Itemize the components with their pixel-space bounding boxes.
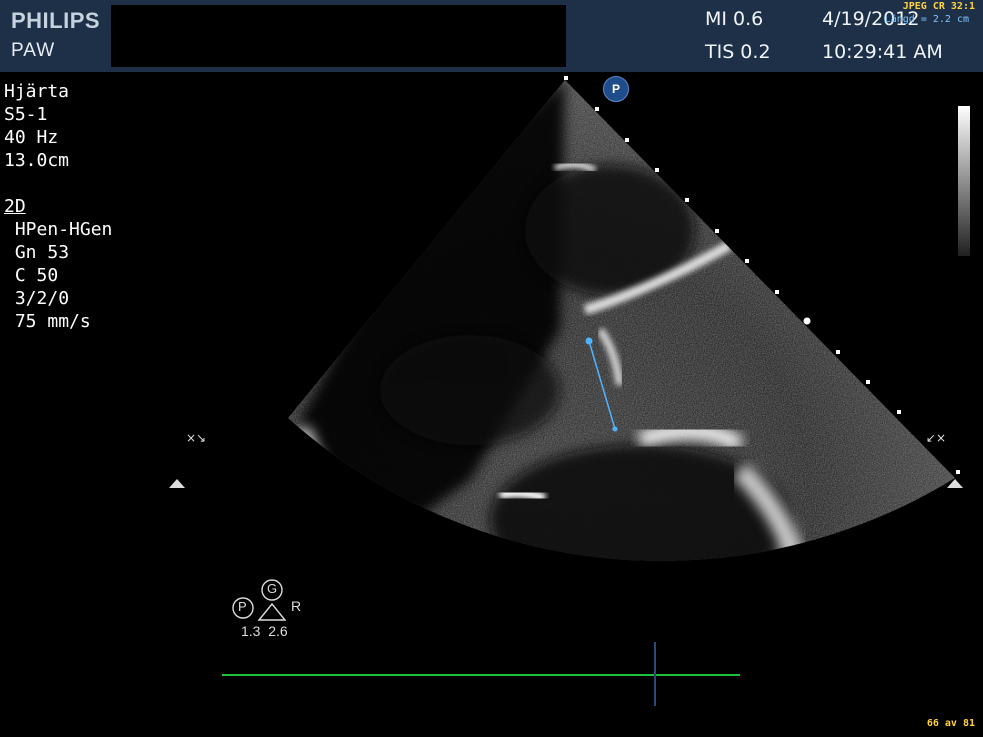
g-letter: G	[267, 581, 278, 596]
frame-counter: 66 av 81	[926, 718, 975, 729]
orientation-indicator: P G R 1.3 2.6	[226, 578, 316, 640]
left-edge-marker	[169, 479, 185, 488]
caliper-end-handle[interactable]	[612, 426, 618, 432]
sector-scan	[288, 80, 955, 561]
ultrasound-image: ×↘ ↙×	[169, 76, 963, 706]
p-letter: P	[238, 599, 247, 614]
r-letter: R	[291, 598, 302, 614]
triangle-icon	[257, 602, 287, 621]
left-cursor-x: ×↘	[186, 431, 206, 445]
caliper-start-handle[interactable]	[585, 337, 593, 345]
right-cursor-x: ↙×	[926, 431, 946, 445]
p-marker-icon: P	[603, 76, 629, 102]
grayscale-bar	[958, 106, 970, 256]
orientation-values: 1.3 2.6	[241, 623, 288, 639]
